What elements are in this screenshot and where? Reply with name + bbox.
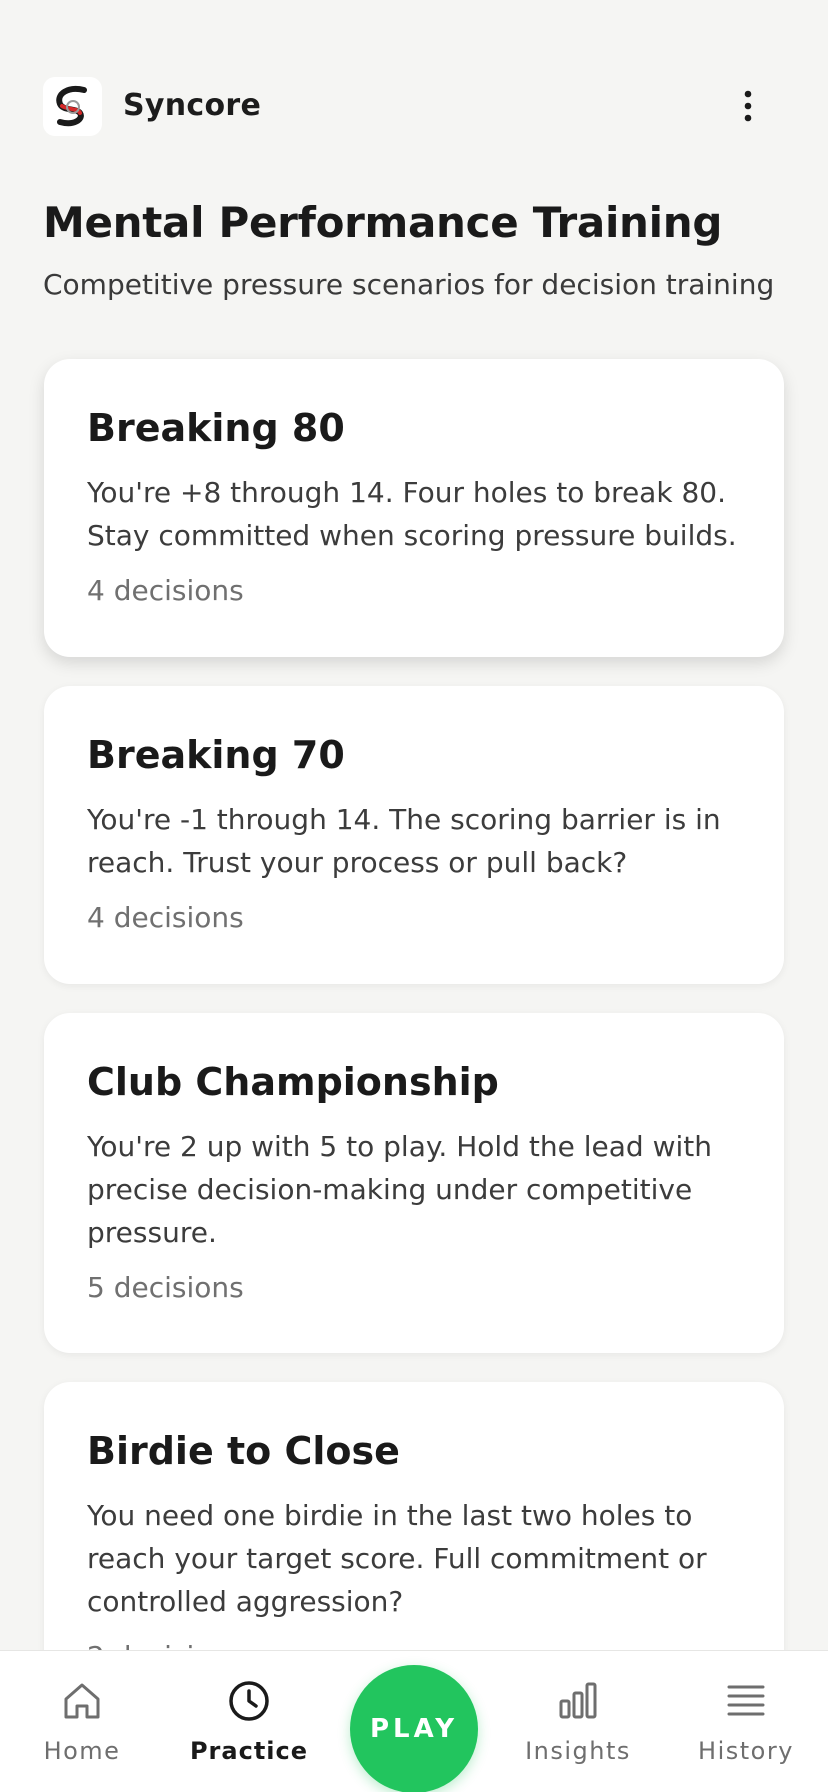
nav-practice[interactable]: Practice [186,1651,312,1792]
scenario-description: You need one birdie in the last two hole… [87,1499,707,1618]
scenario-description: You're -1 through 14. The scoring barrie… [87,803,721,879]
brand-name: Syncore [123,88,262,123]
more-options-button[interactable] [726,80,770,132]
scenario-card-club-championship[interactable]: Club Championship You're 2 up with 5 to … [44,1013,784,1353]
scenario-title: Breaking 80 [87,406,345,450]
scenario-description: You're +8 through 14. Four holes to brea… [87,476,737,552]
page-subtitle: Competitive pressure scenarios for decis… [43,268,775,301]
nav-insights-label: Insights [525,1737,631,1765]
scenario-decision-count: 5 decisions [87,1271,244,1304]
scenario-card-breaking-80[interactable]: Breaking 80 You're +8 through 14. Four h… [44,359,784,657]
bar-chart-icon [554,1677,602,1725]
scenario-decision-count: 4 decisions [87,901,244,934]
scenario-title: Birdie to Close [87,1429,400,1473]
nav-insights[interactable]: Insights [525,1651,631,1792]
nav-practice-label: Practice [189,1737,309,1765]
scenario-card-breaking-70[interactable]: Breaking 70 You're -1 through 14. The sc… [44,686,784,984]
app-screen: Syncore Mental Performance Training Comp… [0,0,828,1792]
nav-history-label: History [698,1737,794,1765]
clock-icon [225,1677,273,1725]
scenario-description: You're 2 up with 5 to play. Hold the lea… [87,1130,712,1249]
more-vertical-icon [744,90,752,122]
scenario-decision-count: 4 decisions [87,574,244,607]
scenario-title: Breaking 70 [87,733,345,777]
syncore-logo [43,77,102,136]
play-button[interactable]: PLAY [350,1665,478,1792]
nav-history[interactable]: History [696,1651,796,1792]
top-bar: Syncore [0,0,828,180]
nav-home-label: Home [43,1737,121,1765]
page-title: Mental Performance Training [43,198,723,247]
scenario-title: Club Championship [87,1060,499,1104]
syncore-logo-icon [55,85,87,126]
bottom-navigation: Home Practice PLAY Insights History [0,1650,828,1792]
list-icon [722,1677,770,1725]
nav-home[interactable]: Home [42,1651,122,1792]
home-icon [58,1677,106,1725]
